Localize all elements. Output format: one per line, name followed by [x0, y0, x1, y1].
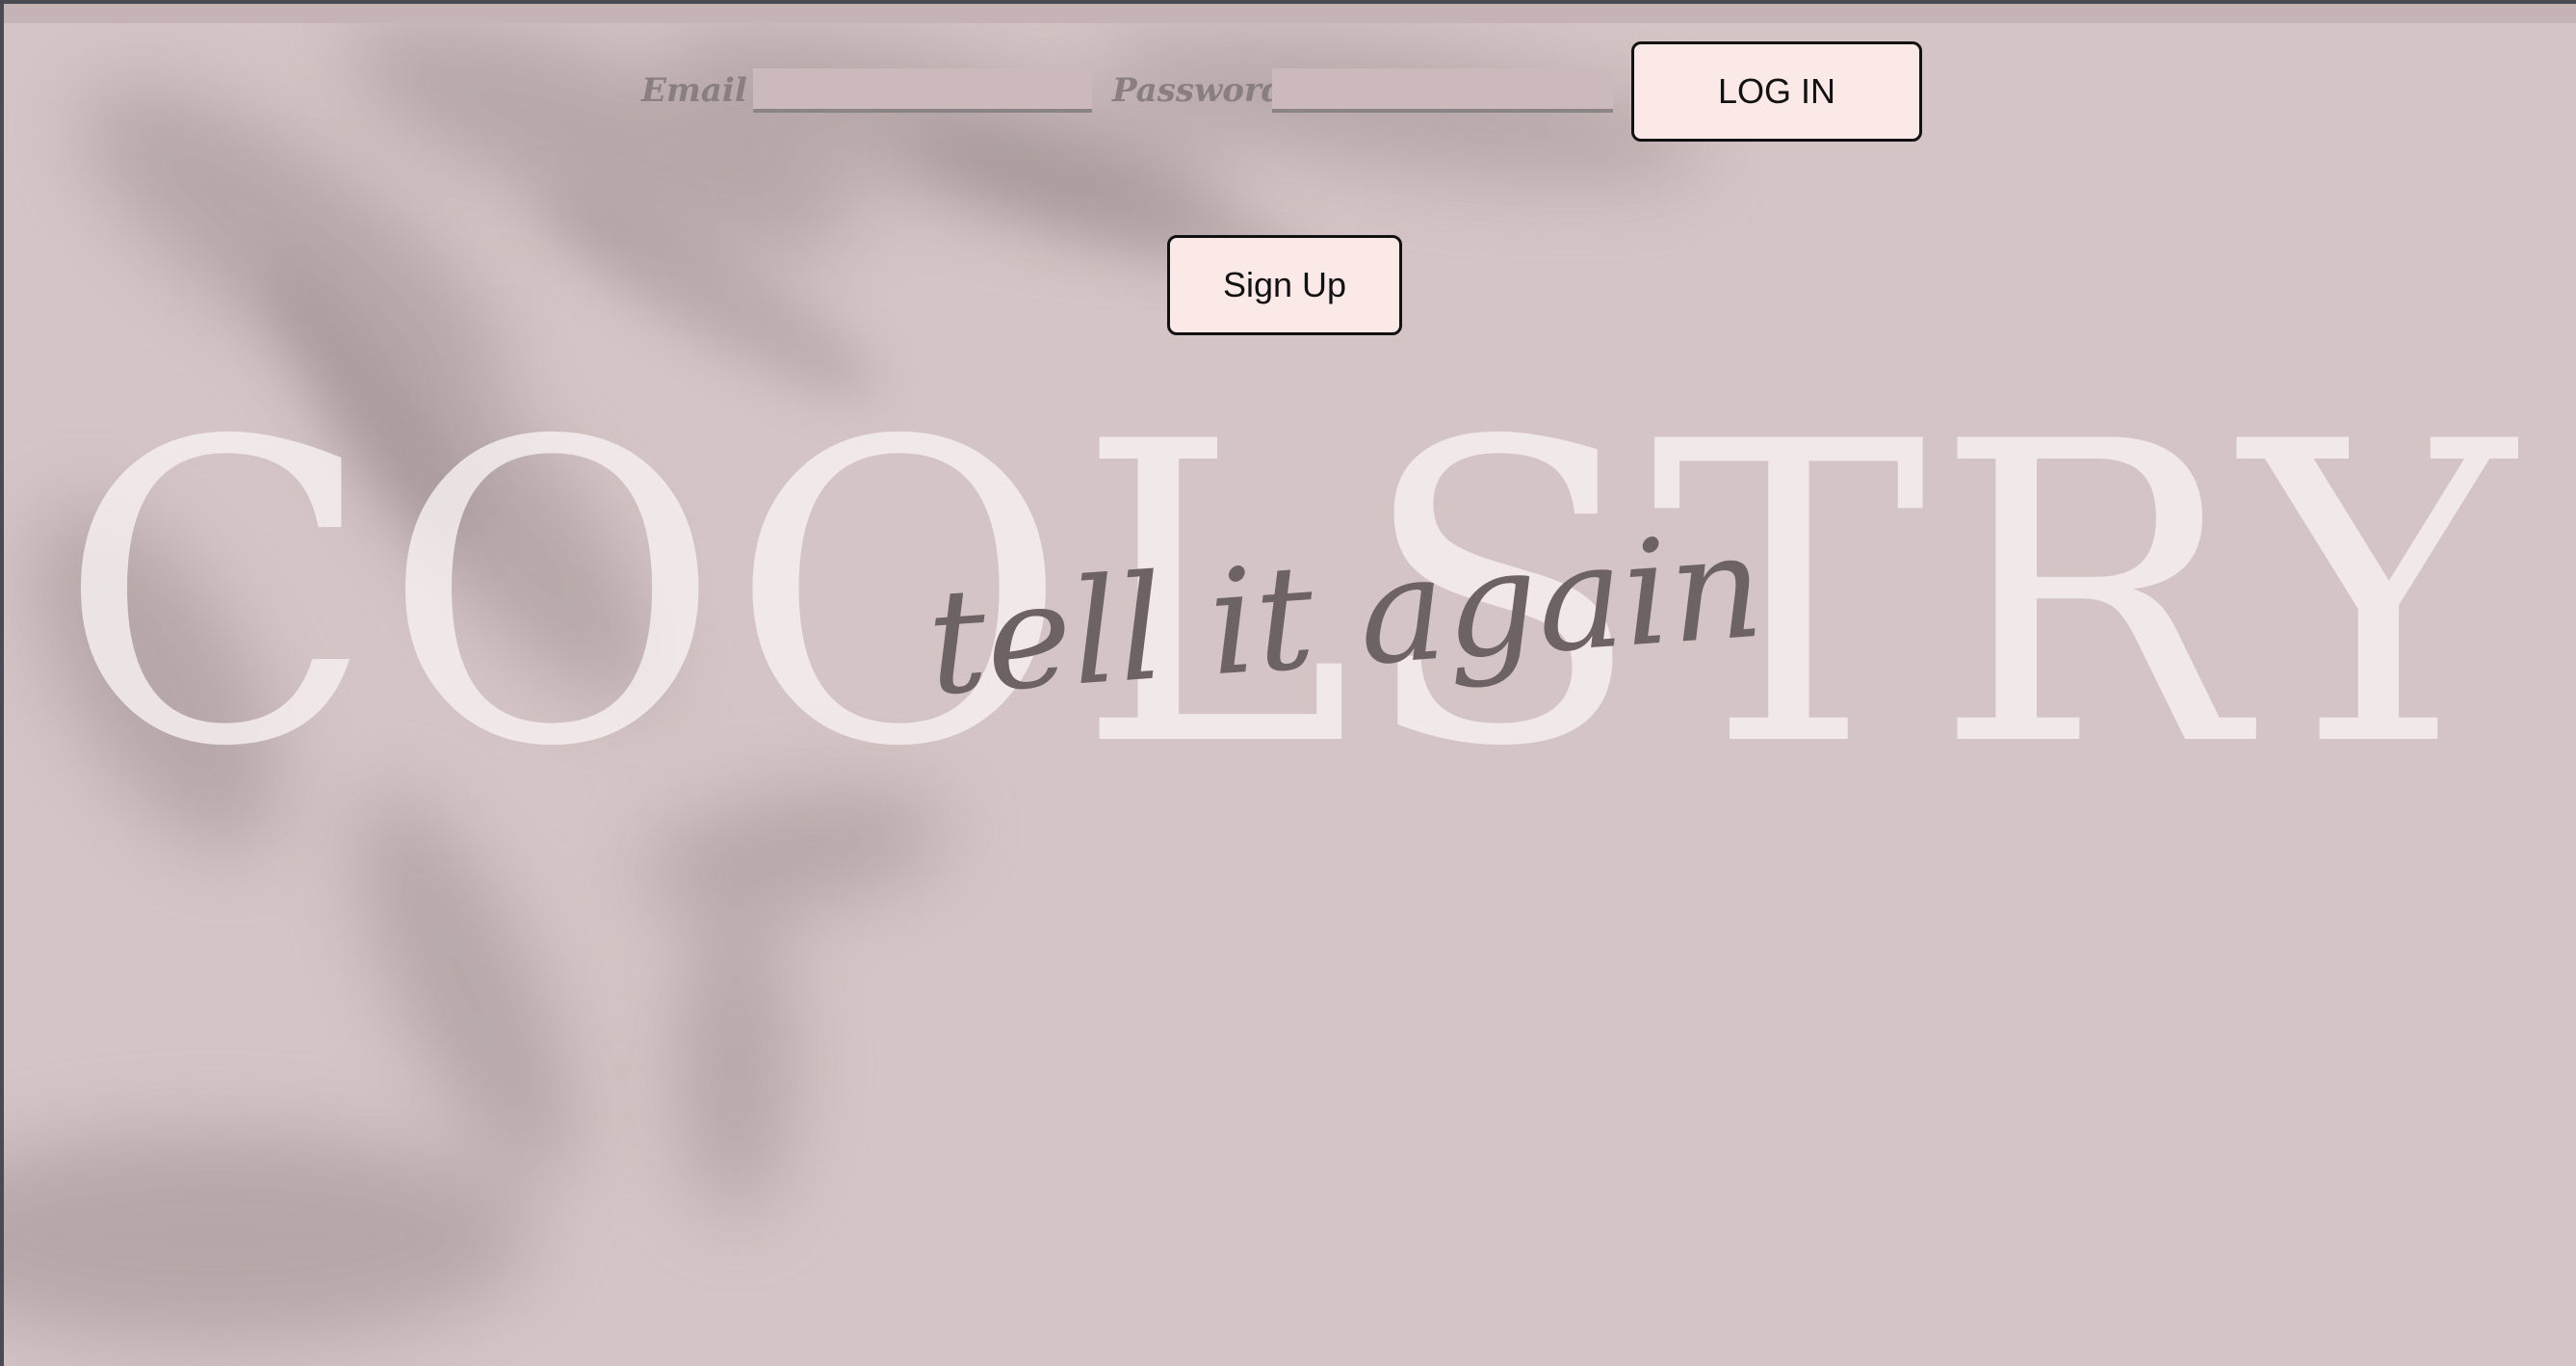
top-strip: [4, 4, 2576, 23]
email-label: Email: [641, 71, 747, 110]
email-input[interactable]: [753, 68, 1092, 113]
password-label: Password: [1112, 71, 1285, 110]
landing-page: Email Password LOG IN Sign Up COOLSTRY t…: [4, 4, 2576, 1366]
password-input[interactable]: [1272, 68, 1613, 113]
login-bar: Email Password LOG IN: [4, 23, 2576, 142]
sign-up-button[interactable]: Sign Up: [1167, 235, 1402, 335]
login-button[interactable]: LOG IN: [1631, 41, 1922, 142]
